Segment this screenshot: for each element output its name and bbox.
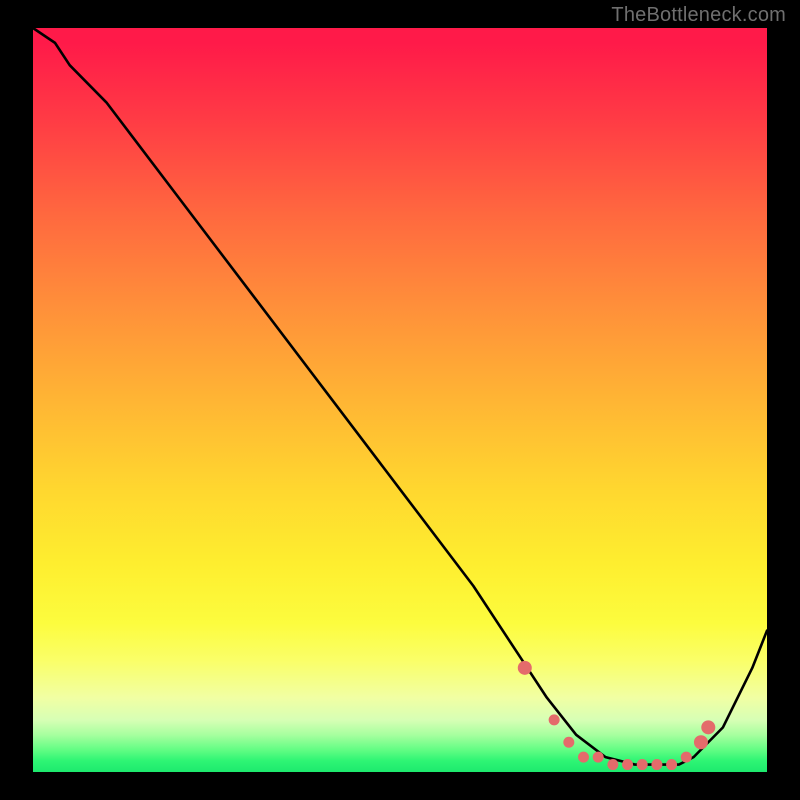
highlight-dot — [549, 714, 560, 725]
chart-svg — [33, 28, 767, 772]
curve-group — [33, 28, 767, 765]
highlight-dot — [622, 759, 633, 770]
highlight-dots — [518, 661, 716, 770]
highlight-dot — [651, 759, 662, 770]
chart-container: TheBottleneck.com — [0, 0, 800, 800]
highlight-dot — [593, 752, 604, 763]
attribution-label: TheBottleneck.com — [611, 4, 786, 27]
highlight-dot — [518, 661, 532, 675]
highlight-dot — [578, 752, 589, 763]
highlight-dot — [637, 759, 648, 770]
highlight-dot — [681, 752, 692, 763]
plot-area — [33, 28, 767, 772]
bottleneck-curve — [33, 28, 767, 765]
highlight-dot — [701, 720, 715, 734]
highlight-dot — [607, 759, 618, 770]
highlight-dot — [563, 737, 574, 748]
highlight-dot — [666, 759, 677, 770]
highlight-dot — [694, 735, 708, 749]
